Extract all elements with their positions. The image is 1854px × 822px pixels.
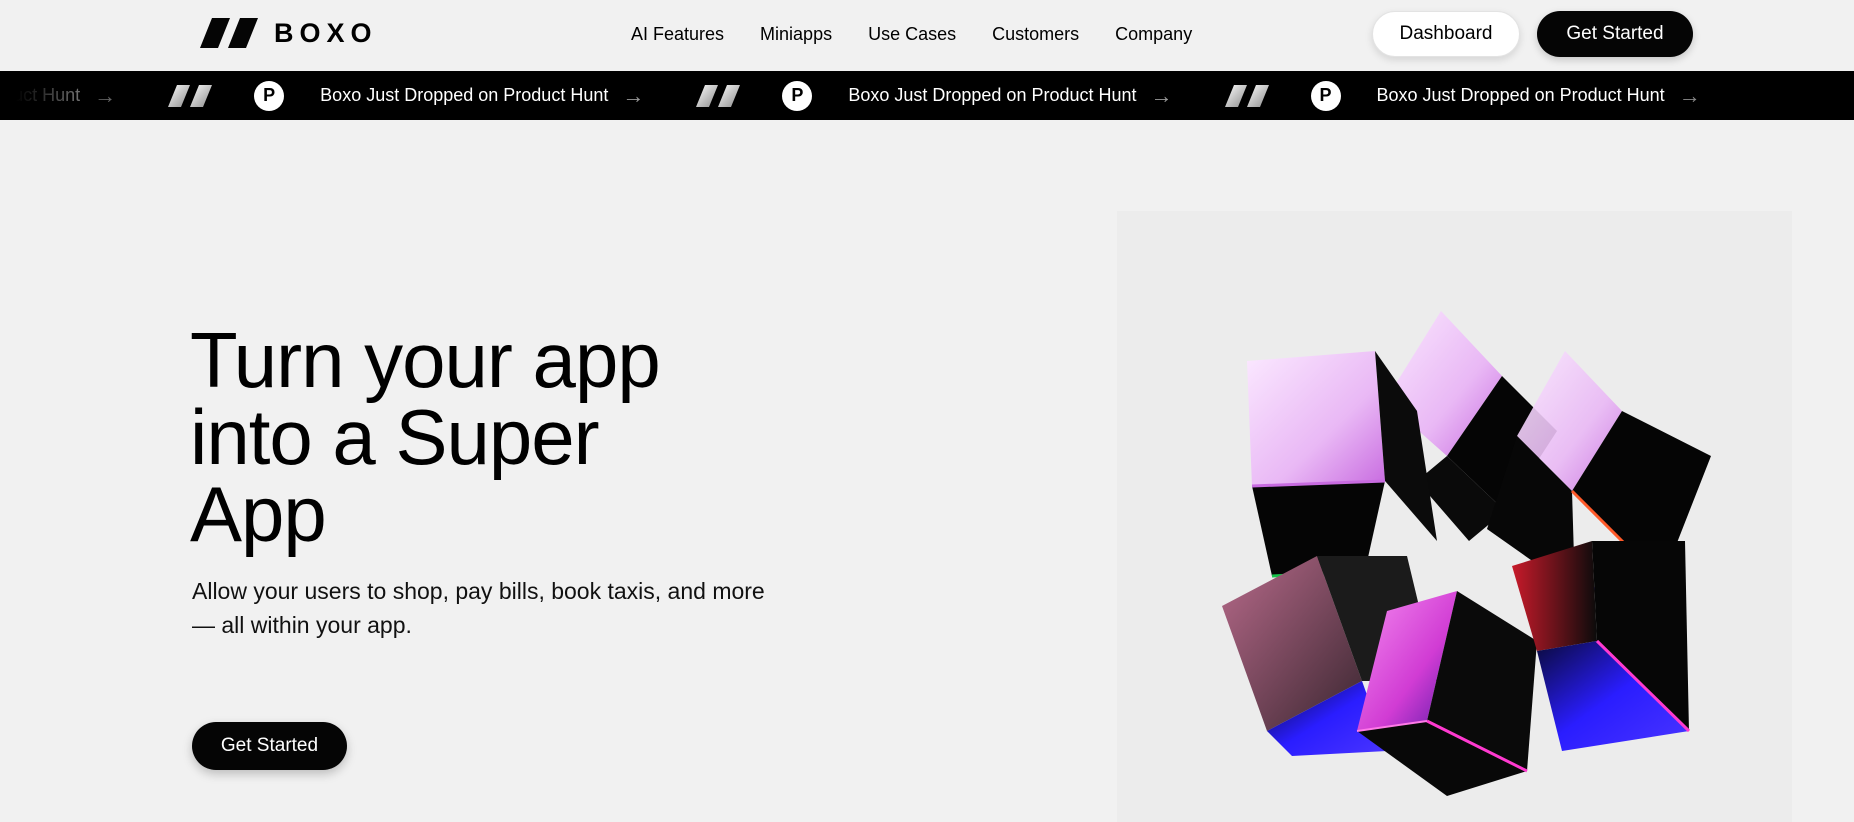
arrow-right-icon: → <box>94 82 117 108</box>
arrow-right-icon: → <box>1678 82 1701 108</box>
hero-title-line: Turn your app <box>190 316 661 404</box>
hero-subtitle: Allow your users to shop, pay bills, boo… <box>192 578 765 638</box>
ticker-fade-right <box>1674 71 1854 120</box>
nav-link-ai-features[interactable]: AI Features <box>631 22 724 46</box>
ticker-item[interactable]: P Boxo Just Dropped on Product Hunt → <box>1173 71 1701 120</box>
boxo-mark-icon <box>168 84 213 107</box>
product-hunt-icon: P <box>254 80 285 111</box>
ticker-text: Boxo Just Dropped on Product Hunt <box>0 85 81 105</box>
ticker-item[interactable]: P Boxo Just Dropped on Product Hunt → <box>644 71 1173 120</box>
ticker-item[interactable]: Boxo Just Dropped on Product Hunt → <box>0 71 116 120</box>
nav-link-company[interactable]: Company <box>1115 22 1192 46</box>
dashboard-button[interactable]: Dashboard <box>1372 11 1520 57</box>
ticker-text: Boxo Just Dropped on Product Hunt <box>1376 85 1665 105</box>
hero-get-started-button[interactable]: Get Started <box>192 722 347 770</box>
nav-link-miniapps[interactable]: Miniapps <box>760 22 832 46</box>
hero-visual <box>1117 211 1792 822</box>
hero-title-line: App <box>190 470 327 558</box>
ticker-track: Boxo Just Dropped on Product Hunt → P Bo… <box>0 71 1701 120</box>
brand-logo-link[interactable]: BOXO <box>200 18 378 48</box>
product-hunt-icon: P <box>782 80 813 111</box>
nav-link-use-cases[interactable]: Use Cases <box>868 22 956 46</box>
cube-right-bottom <box>1512 541 1691 751</box>
top-navigation: BOXO AI Features Miniapps Use Cases Cust… <box>0 0 1854 70</box>
ticker-text: Boxo Just Dropped on Product Hunt <box>320 85 609 105</box>
nav-link-customers[interactable]: Customers <box>992 22 1079 46</box>
hero-title: Turn your app into a Super App <box>190 321 750 553</box>
announcement-ticker[interactable]: Boxo Just Dropped on Product Hunt → P Bo… <box>0 71 1854 120</box>
arrow-right-icon: → <box>1150 82 1173 108</box>
boxo-logo-icon <box>200 18 258 48</box>
arrow-right-icon: → <box>622 82 645 108</box>
ticker-item[interactable]: P Boxo Just Dropped on Product Hunt → <box>116 71 644 120</box>
brand-name: BOXO <box>274 18 378 48</box>
landing-page: BOXO AI Features Miniapps Use Cases Cust… <box>0 0 1854 822</box>
nav-get-started-button[interactable]: Get Started <box>1537 11 1693 57</box>
hero-title-line: into a Super <box>190 393 600 481</box>
ticker-text: Boxo Just Dropped on Product Hunt <box>848 85 1137 105</box>
boxo-mark-icon <box>696 84 741 107</box>
nav-links: AI Features Miniapps Use Cases Customers… <box>631 22 1192 46</box>
cubes-illustration <box>1222 311 1711 796</box>
product-hunt-icon: P <box>1310 80 1341 111</box>
boxo-mark-icon <box>1224 84 1269 107</box>
